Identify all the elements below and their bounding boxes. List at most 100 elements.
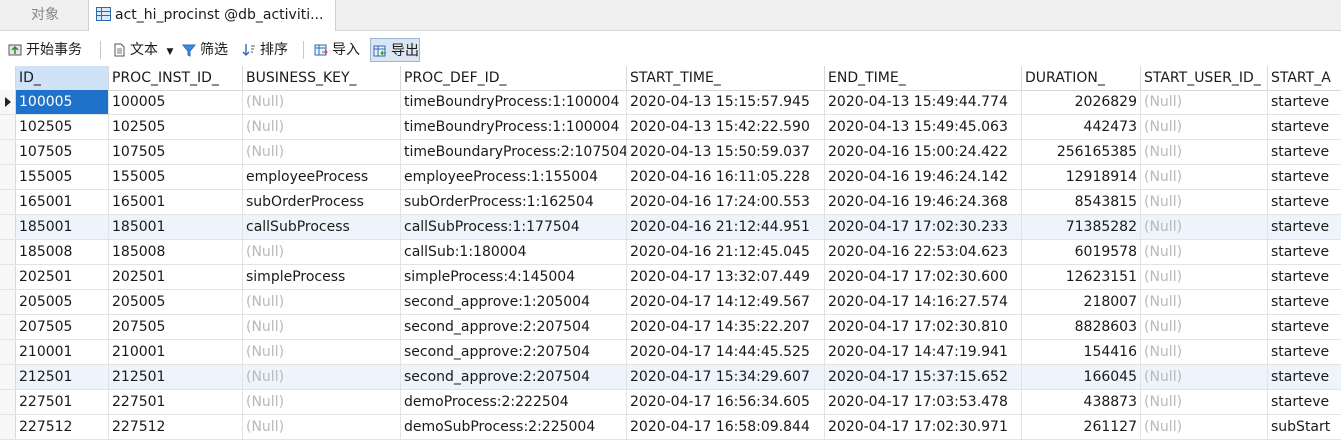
export-button[interactable]: 导出 [370, 38, 420, 62]
cell-start-user-id[interactable]: (Null) [1141, 165, 1268, 189]
cell-proc-def-id[interactable]: second_approve:2:207504 [401, 315, 627, 339]
cell-business-key[interactable]: (Null) [243, 415, 401, 439]
cell-end-time[interactable]: 2020-04-17 14:16:27.574 [825, 290, 1022, 314]
sort-button[interactable]: 排序 [240, 38, 288, 62]
cell-start-act-id[interactable]: starteve [1268, 215, 1341, 239]
table-row[interactable]: 102505 102505 (Null) timeBoundryProcess:1:1… [0, 115, 1341, 140]
cell-id[interactable]: 202501 [16, 265, 109, 289]
cell-start-time[interactable]: 2020-04-17 14:44:45.525 [627, 340, 825, 364]
import-button[interactable]: 导入 [312, 38, 360, 62]
cell-id[interactable]: 165001 [16, 190, 109, 214]
cell-start-time[interactable]: 2020-04-17 15:34:29.607 [627, 365, 825, 389]
table-row[interactable]: 202501 202501 simpleProcess simpleProcess:4… [0, 265, 1341, 290]
cell-start-act-id[interactable]: starteve [1268, 240, 1341, 264]
cell-proc-inst-id[interactable]: 155005 [109, 165, 243, 189]
cell-duration[interactable]: 12623151 [1022, 265, 1141, 289]
cell-duration[interactable]: 8828603 [1022, 315, 1141, 339]
cell-duration[interactable]: 71385282 [1022, 215, 1141, 239]
tab-table-act-hi-procinst[interactable]: act_hi_procinst @db_activiti... [88, 0, 336, 31]
table-row[interactable]: 227512 227512 (Null) demoSubProcess:2:22500… [0, 415, 1341, 440]
row-gutter[interactable] [0, 315, 16, 339]
row-gutter[interactable] [0, 265, 16, 289]
cell-proc-inst-id[interactable]: 185008 [109, 240, 243, 264]
cell-business-key[interactable]: (Null) [243, 290, 401, 314]
cell-proc-inst-id[interactable]: 202501 [109, 265, 243, 289]
cell-end-time[interactable]: 2020-04-17 15:37:15.652 [825, 365, 1022, 389]
table-row[interactable]: 207505 207505 (Null) second_approve:2:20750… [0, 315, 1341, 340]
cell-start-user-id[interactable]: (Null) [1141, 365, 1268, 389]
cell-proc-def-id[interactable]: subOrderProcess:1:162504 [401, 190, 627, 214]
table-row[interactable]: 185001 185001 callSubProcess callSubProcess… [0, 215, 1341, 240]
row-gutter[interactable] [0, 340, 16, 364]
cell-end-time[interactable]: 2020-04-16 22:53:04.623 [825, 240, 1022, 264]
header-col-business-key[interactable]: BUSINESS_KEY_ [243, 66, 401, 90]
cell-end-time[interactable]: 2020-04-16 19:46:24.142 [825, 165, 1022, 189]
cell-duration[interactable]: 6019578 [1022, 240, 1141, 264]
header-col-start-act-id[interactable]: START_A [1268, 66, 1341, 90]
cell-proc-inst-id[interactable]: 100005 [109, 90, 243, 114]
cell-id[interactable]: 185001 [16, 215, 109, 239]
cell-proc-def-id[interactable]: second_approve:2:207504 [401, 365, 627, 389]
cell-duration[interactable]: 442473 [1022, 115, 1141, 139]
cell-start-time[interactable]: 2020-04-13 15:42:22.590 [627, 115, 825, 139]
cell-business-key[interactable]: (Null) [243, 365, 401, 389]
cell-end-time[interactable]: 2020-04-13 15:49:44.774 [825, 90, 1022, 114]
cell-business-key[interactable]: (Null) [243, 315, 401, 339]
cell-business-key[interactable]: (Null) [243, 240, 401, 264]
cell-end-time[interactable]: 2020-04-16 19:46:24.368 [825, 190, 1022, 214]
table-row[interactable]: 205005 205005 (Null) second_approve:1:20500… [0, 290, 1341, 315]
cell-start-act-id[interactable]: starteve [1268, 165, 1341, 189]
cell-end-time[interactable]: 2020-04-17 17:02:30.600 [825, 265, 1022, 289]
cell-proc-def-id[interactable]: timeBoundaryProcess:2:107504 [401, 140, 627, 164]
row-gutter[interactable] [0, 115, 16, 139]
table-row[interactable]: 185008 185008 (Null) callSub:1:180004 2020-0… [0, 240, 1341, 265]
cell-proc-inst-id[interactable]: 212501 [109, 365, 243, 389]
cell-proc-def-id[interactable]: callSub:1:180004 [401, 240, 627, 264]
table-row[interactable]: 210001 210001 (Null) second_approve:2:20750… [0, 340, 1341, 365]
cell-start-time[interactable]: 2020-04-13 15:15:57.945 [627, 90, 825, 114]
cell-duration[interactable]: 218007 [1022, 290, 1141, 314]
cell-start-time[interactable]: 2020-04-17 16:58:09.844 [627, 415, 825, 439]
cell-start-act-id[interactable]: starteve [1268, 115, 1341, 139]
cell-business-key[interactable]: (Null) [243, 140, 401, 164]
cell-start-user-id[interactable]: (Null) [1141, 390, 1268, 414]
cell-id[interactable]: 212501 [16, 365, 109, 389]
header-col-start-time[interactable]: START_TIME_ [627, 66, 825, 90]
cell-proc-inst-id[interactable]: 185001 [109, 215, 243, 239]
cell-start-act-id[interactable]: starteve [1268, 315, 1341, 339]
cell-start-user-id[interactable]: (Null) [1141, 140, 1268, 164]
cell-proc-def-id[interactable]: demoSubProcess:2:225004 [401, 415, 627, 439]
row-gutter[interactable] [0, 365, 16, 389]
tab-objects[interactable]: 对象 [0, 0, 90, 30]
cell-start-user-id[interactable]: (Null) [1141, 215, 1268, 239]
cell-proc-inst-id[interactable]: 210001 [109, 340, 243, 364]
cell-start-time[interactable]: 2020-04-13 15:50:59.037 [627, 140, 825, 164]
table-row[interactable]: 212501 212501 (Null) second_approve:2:20750… [0, 365, 1341, 390]
cell-start-time[interactable]: 2020-04-17 16:56:34.605 [627, 390, 825, 414]
cell-start-act-id[interactable]: starteve [1268, 265, 1341, 289]
cell-start-time[interactable]: 2020-04-17 14:12:49.567 [627, 290, 825, 314]
cell-business-key[interactable]: (Null) [243, 115, 401, 139]
cell-start-time[interactable]: 2020-04-16 21:12:44.951 [627, 215, 825, 239]
cell-business-key[interactable]: (Null) [243, 340, 401, 364]
cell-proc-def-id[interactable]: timeBoundryProcess:1:100004 [401, 115, 627, 139]
cell-start-user-id[interactable]: (Null) [1141, 265, 1268, 289]
cell-duration[interactable]: 438873 [1022, 390, 1141, 414]
cell-end-time[interactable]: 2020-04-17 17:03:53.478 [825, 390, 1022, 414]
cell-duration[interactable]: 166045 [1022, 365, 1141, 389]
cell-duration[interactable]: 256165385 [1022, 140, 1141, 164]
cell-duration[interactable]: 8543815 [1022, 190, 1141, 214]
header-col-proc-inst-id[interactable]: PROC_INST_ID_ [109, 66, 243, 90]
row-gutter[interactable] [0, 240, 16, 264]
cell-start-act-id[interactable]: starteve [1268, 290, 1341, 314]
cell-proc-def-id[interactable]: employeeProcess:1:155004 [401, 165, 627, 189]
cell-proc-def-id[interactable]: second_approve:1:205004 [401, 290, 627, 314]
cell-start-user-id[interactable]: (Null) [1141, 90, 1268, 114]
cell-business-key[interactable]: callSubProcess [243, 215, 401, 239]
row-gutter[interactable] [0, 90, 16, 114]
cell-business-key[interactable]: (Null) [243, 390, 401, 414]
cell-start-user-id[interactable]: (Null) [1141, 190, 1268, 214]
cell-id[interactable]: 205005 [16, 290, 109, 314]
cell-proc-def-id[interactable]: timeBoundryProcess:1:100004 [401, 90, 627, 114]
cell-start-act-id[interactable]: starteve [1268, 140, 1341, 164]
